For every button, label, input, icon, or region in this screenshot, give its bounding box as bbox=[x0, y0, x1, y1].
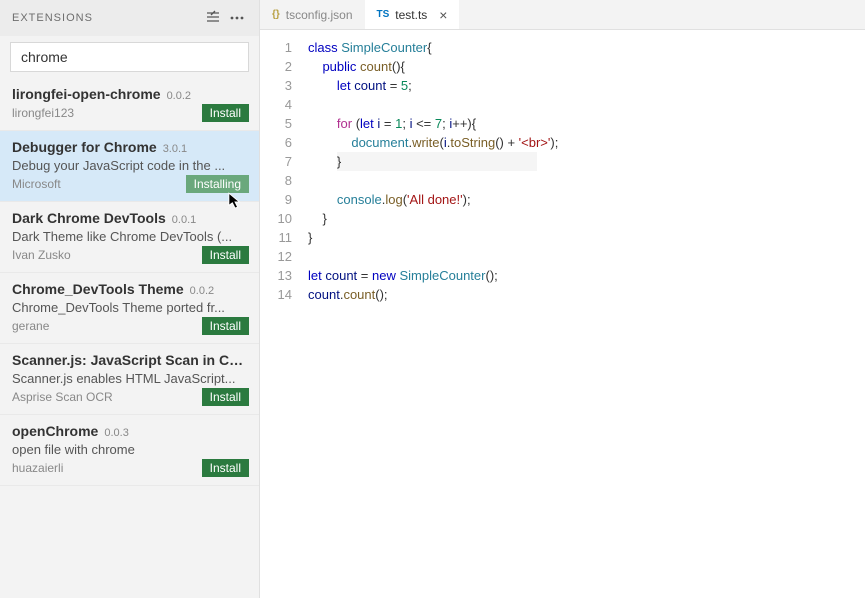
more-icon[interactable] bbox=[227, 8, 247, 28]
code-line[interactable]: public count(){ bbox=[308, 57, 865, 76]
code-line[interactable]: let count = 5; bbox=[308, 76, 865, 95]
line-number: 5 bbox=[260, 114, 292, 133]
close-icon[interactable]: × bbox=[439, 7, 447, 23]
install-button[interactable]: Install bbox=[202, 246, 249, 264]
install-button[interactable]: Install bbox=[202, 104, 249, 122]
install-button[interactable]: Install bbox=[202, 388, 249, 406]
extension-description: Debug your JavaScript code in the ... bbox=[12, 158, 247, 173]
line-number: 13 bbox=[260, 266, 292, 285]
line-number: 10 bbox=[260, 209, 292, 228]
code-editor[interactable]: 1234567891011121314 class SimpleCounter{… bbox=[260, 30, 865, 598]
extension-version: 0.0.2 bbox=[190, 285, 214, 297]
code-line[interactable]: } bbox=[308, 209, 865, 228]
sidebar-header: EXTENSIONS bbox=[0, 0, 259, 36]
extension-item[interactable]: Chrome_DevTools Theme 0.0.2 Chrome_DevTool… bbox=[0, 273, 259, 344]
line-number: 9 bbox=[260, 190, 292, 209]
extensions-sidebar: EXTENSIONS lirongfei-open-chrome0.0.2lir… bbox=[0, 0, 260, 598]
line-number: 1 bbox=[260, 38, 292, 57]
code-line[interactable]: count.count(); bbox=[308, 285, 865, 304]
code-line[interactable]: } bbox=[308, 228, 865, 247]
tab-label: tsconfig.json bbox=[286, 8, 353, 22]
code-line[interactable]: } bbox=[308, 152, 865, 171]
clear-icon[interactable] bbox=[203, 8, 223, 28]
code-line[interactable]: class SimpleCounter{ bbox=[308, 38, 865, 57]
extension-list: lirongfei-open-chrome0.0.2lirongfei123In… bbox=[0, 78, 259, 598]
extension-description: Chrome_DevTools Theme ported fr... bbox=[12, 300, 247, 315]
extension-item[interactable]: Scanner.js: JavaScript Scan in Chro Scann… bbox=[0, 344, 259, 415]
line-number: 12 bbox=[260, 247, 292, 266]
extension-item[interactable]: Debugger for Chrome 3.0.1 Debug your JavaS… bbox=[0, 131, 259, 202]
code-line[interactable]: document.write(i.toString() + '<br>'); bbox=[308, 133, 865, 152]
sidebar-title: EXTENSIONS bbox=[12, 12, 199, 24]
editor-tab[interactable]: TS test.ts × bbox=[365, 0, 460, 29]
line-number: 7 bbox=[260, 152, 292, 171]
extension-version: 0.0.1 bbox=[172, 214, 196, 226]
code-line[interactable]: console.log('All done!'); bbox=[308, 190, 865, 209]
extension-description: Scanner.js enables HTML JavaScript... bbox=[12, 371, 247, 386]
ts-file-icon: TS bbox=[377, 9, 390, 20]
editor-area: {}tsconfig.jsonTStest.ts× 12345678910111… bbox=[260, 0, 865, 598]
line-number: 6 bbox=[260, 133, 292, 152]
extension-name: Scanner.js: JavaScript Scan in Chro bbox=[12, 352, 247, 368]
code-content[interactable]: class SimpleCounter{ public count(){ let… bbox=[308, 38, 865, 598]
code-line[interactable] bbox=[308, 247, 865, 266]
extension-description: Dark Theme like Chrome DevTools (... bbox=[12, 229, 247, 244]
code-line[interactable] bbox=[308, 171, 865, 190]
extension-item[interactable]: openChrome0.0.3open file with chromehuaz… bbox=[0, 415, 259, 486]
extension-name: openChrome bbox=[12, 423, 98, 439]
extension-description: open file with chrome bbox=[12, 442, 247, 457]
line-number: 8 bbox=[260, 171, 292, 190]
line-number: 14 bbox=[260, 285, 292, 304]
extension-name: Debugger for Chrome bbox=[12, 139, 157, 155]
extension-item[interactable]: lirongfei-open-chrome0.0.2lirongfei123In… bbox=[0, 78, 259, 131]
line-number: 4 bbox=[260, 95, 292, 114]
install-button[interactable]: Install bbox=[202, 317, 249, 335]
code-line[interactable] bbox=[308, 95, 865, 114]
extension-name: Dark Chrome DevTools bbox=[12, 210, 166, 226]
line-number: 2 bbox=[260, 57, 292, 76]
tab-bar: {} tsconfig.json TS test.ts × bbox=[260, 0, 865, 30]
extension-name: Chrome_DevTools Theme bbox=[12, 281, 184, 297]
install-button[interactable]: Install bbox=[202, 459, 249, 477]
line-gutter: 1234567891011121314 bbox=[260, 38, 308, 598]
installing-button[interactable]: Installing bbox=[186, 175, 249, 193]
extension-name: lirongfei-open-chrome bbox=[12, 86, 161, 102]
json-file-icon: {} bbox=[272, 9, 280, 20]
extension-version: 0.0.3 bbox=[104, 427, 128, 439]
line-number: 11 bbox=[260, 228, 292, 247]
tab-label: test.ts bbox=[395, 8, 427, 22]
code-line[interactable]: let count = new SimpleCounter(); bbox=[308, 266, 865, 285]
code-line[interactable]: for (let i = 1; i <= 7; i++){ bbox=[308, 114, 865, 133]
line-number: 3 bbox=[260, 76, 292, 95]
extension-item[interactable]: Dark Chrome DevTools 0.0.1 Dark Theme like… bbox=[0, 202, 259, 273]
search-input[interactable] bbox=[10, 42, 249, 72]
extension-version: 0.0.2 bbox=[167, 90, 191, 102]
extension-version: 3.0.1 bbox=[163, 143, 187, 155]
editor-tab[interactable]: {} tsconfig.json bbox=[260, 0, 365, 29]
